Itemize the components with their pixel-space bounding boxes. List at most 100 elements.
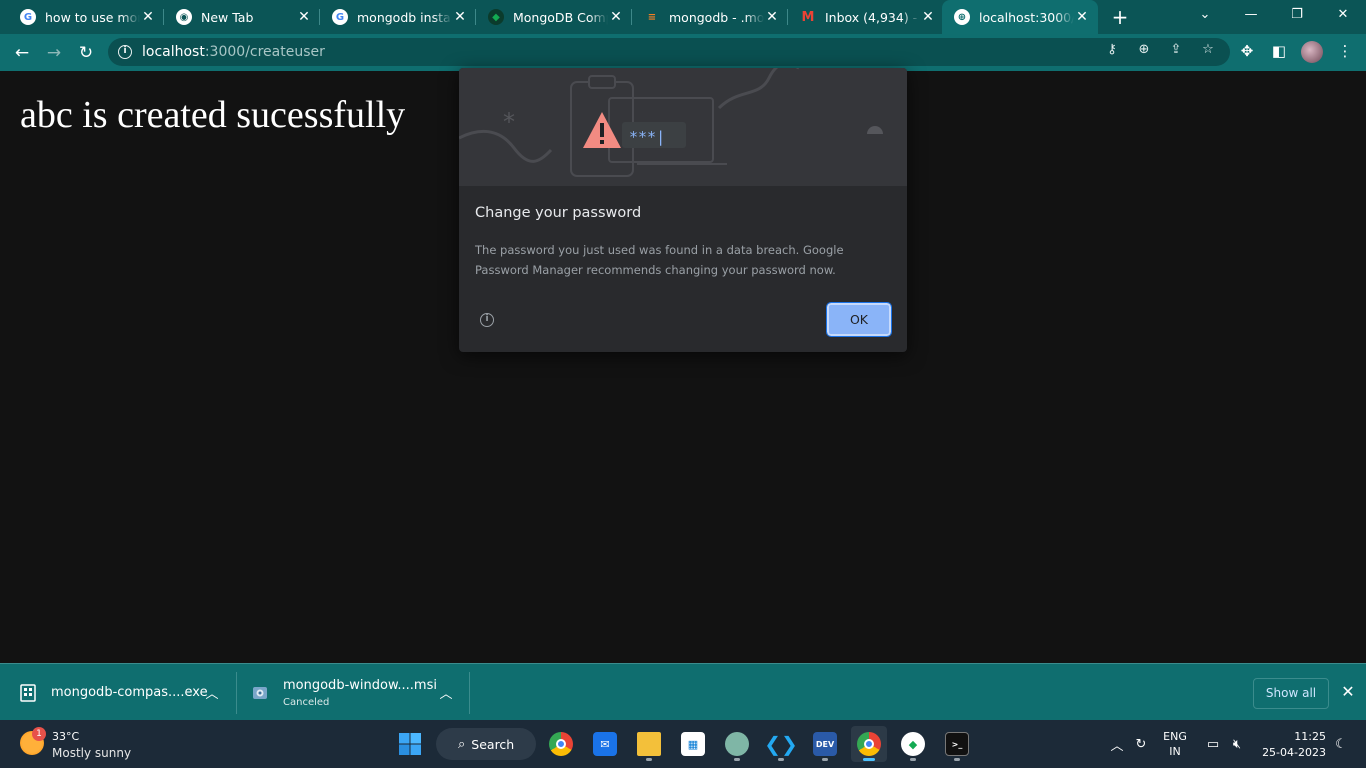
tab-mongodb-compass[interactable]: ◆ MongoDB Compass ✕	[468, 0, 632, 34]
taskbar-chrome[interactable]	[543, 726, 579, 762]
tab-close-icon[interactable]: ✕	[764, 9, 780, 25]
url-path: :3000/createuser	[204, 44, 325, 60]
installer-file-icon	[20, 683, 36, 702]
taskbar-file-explorer[interactable]	[631, 726, 667, 762]
masked-password-text: ***|	[629, 128, 665, 146]
speaker-muted-icon[interactable]: 🔇︎	[1226, 720, 1248, 768]
tab-localhost-createuser[interactable]: ⊕ localhost:3000/createuser ✕	[942, 0, 1098, 34]
show-hidden-icons-chevron-icon[interactable]: ︿	[1106, 720, 1128, 768]
download-status: Canceled	[283, 696, 330, 708]
weather-temperature[interactable]: 33°C	[52, 730, 79, 743]
tab-close-icon[interactable]: ✕	[1074, 9, 1090, 25]
tab-gmail-inbox[interactable]: M Inbox (4,934) - up ✕	[780, 0, 944, 34]
dev-icon: DEV	[813, 732, 837, 756]
terminal-icon: >_	[945, 732, 969, 756]
app-running-indicator	[954, 758, 960, 761]
taskbar-devcpp[interactable]: DEV	[807, 726, 843, 762]
tab-stackoverflow-mongodb[interactable]: ≡ mongodb - .mongo ✕	[624, 0, 788, 34]
stackoverflow-icon: ≡	[647, 11, 657, 23]
do-not-disturb-moon-icon[interactable]: ☾	[1330, 720, 1352, 768]
ok-button[interactable]: OK	[826, 302, 892, 337]
tab-mongodb-installation[interactable]: G mongodb installation ✕	[312, 0, 476, 34]
tab-title: mongodb installation	[357, 9, 452, 25]
tab-title: New Tab	[201, 9, 254, 25]
page-heading: abc is created sucessfully	[20, 94, 406, 136]
download-filename: mongodb-window....msi	[283, 677, 437, 693]
download-shelf: mongodb-compas....exe ︿ mongodb-window..…	[0, 663, 1366, 720]
search-icon: ⌕	[458, 736, 466, 752]
chevron-up-icon[interactable]: ︿	[203, 683, 221, 702]
download-filename: mongodb-compas....exe	[51, 685, 208, 700]
minimize-button[interactable]: —	[1228, 0, 1274, 32]
taskbar-app-avatar[interactable]	[719, 726, 755, 762]
forward-button[interactable]: →	[41, 40, 67, 66]
app-running-indicator	[910, 758, 916, 761]
onedrive-sync-icon[interactable]: ↻	[1130, 720, 1152, 768]
tab-title: Inbox (4,934) - up	[825, 9, 920, 25]
clock-time: 11:25	[1294, 730, 1326, 743]
app-icon	[725, 732, 749, 756]
shelf-divider	[236, 672, 237, 714]
input-language[interactable]: ENG IN	[1160, 729, 1190, 759]
gmail-icon: M	[801, 9, 815, 25]
tab-title: localhost:3000/createuser	[979, 9, 1074, 25]
dialog-message: The password you just used was found in …	[475, 243, 844, 277]
tab-close-icon[interactable]: ✕	[920, 9, 936, 25]
restore-button[interactable]: ❐	[1274, 0, 1320, 32]
tab-how-to-use-mongodb[interactable]: G how to use mongodb ✕	[0, 0, 164, 34]
app-running-indicator	[822, 758, 828, 761]
chevron-up-icon[interactable]: ︿	[437, 683, 455, 702]
region-code: IN	[1169, 745, 1181, 758]
close-shelf-icon[interactable]: ✕	[1338, 682, 1358, 702]
bookmark-star-icon[interactable]: ☆	[1198, 42, 1218, 62]
taskbar-terminal[interactable]: >_	[939, 726, 975, 762]
reload-button[interactable]: ↻	[73, 40, 99, 66]
mongodb-leaf-icon: ◆	[901, 732, 925, 756]
weather-description[interactable]: Mostly sunny	[52, 746, 131, 760]
system-clock[interactable]: 11:25 25-04-2023	[1256, 729, 1326, 761]
shelf-divider	[469, 672, 470, 714]
mail-icon: ✉	[593, 732, 617, 756]
taskbar-mongodb-compass[interactable]: ◆	[895, 726, 931, 762]
show-all-button[interactable]: Show all	[1253, 678, 1329, 709]
extensions-puzzle-icon[interactable]: ✥	[1236, 40, 1258, 62]
share-icon[interactable]: ⇪	[1166, 42, 1186, 62]
taskbar-store[interactable]: ▦	[675, 726, 711, 762]
tab-close-icon[interactable]: ✕	[296, 9, 312, 25]
msi-package-icon	[253, 686, 267, 699]
new-tab-button[interactable]: +	[1108, 4, 1132, 30]
tab-new-tab[interactable]: ◉ New Tab ✕	[156, 0, 320, 34]
tab-close-icon[interactable]: ✕	[608, 9, 624, 25]
windows-taskbar: 1 33°C Mostly sunny ⌕ Search ✉ ▦ ❮❯ DEV	[0, 720, 1366, 768]
start-button[interactable]	[392, 726, 428, 762]
close-window-button[interactable]: ✕	[1320, 0, 1366, 32]
dialog-title: Change your password	[475, 205, 642, 221]
network-icon[interactable]: ▭	[1202, 720, 1224, 768]
tab-close-icon[interactable]: ✕	[140, 9, 156, 25]
tab-title: MongoDB Compass	[513, 9, 608, 25]
browser-toolbar: ← → ↻ i localhost:3000/createuser ⚷ ⊕ ⇪ …	[0, 34, 1366, 71]
language-code: ENG	[1163, 730, 1187, 743]
download-item[interactable]: mongodb-compas....exe ︿	[20, 664, 230, 721]
back-button[interactable]: ←	[9, 40, 35, 66]
tab-close-icon[interactable]: ✕	[452, 9, 468, 25]
address-bar[interactable]: i localhost:3000/createuser	[108, 38, 1230, 66]
folder-icon	[637, 732, 661, 756]
taskbar-mail[interactable]: ✉	[587, 726, 623, 762]
taskbar-vscode[interactable]: ❮❯	[763, 726, 799, 762]
zoom-icon[interactable]: ⊕	[1134, 42, 1154, 62]
info-icon[interactable]: i	[480, 313, 494, 327]
site-info-icon[interactable]: i	[118, 45, 132, 59]
app-running-indicator	[734, 758, 740, 761]
taskbar-chrome-profile[interactable]	[851, 726, 887, 762]
chrome-icon	[857, 732, 881, 756]
taskbar-search[interactable]: ⌕ Search	[436, 728, 536, 760]
vscode-icon: ❮❯	[764, 732, 798, 756]
key-icon[interactable]: ⚷	[1102, 42, 1122, 62]
side-panel-icon[interactable]: ◧	[1268, 40, 1290, 62]
app-running-indicator	[863, 758, 875, 761]
more-menu-icon[interactable]: ⋮	[1334, 40, 1356, 62]
profile-avatar[interactable]	[1301, 41, 1323, 63]
tab-search-chevron-icon[interactable]: ⌄	[1182, 0, 1228, 32]
download-item[interactable]: mongodb-window....msi Canceled ︿	[252, 664, 462, 721]
